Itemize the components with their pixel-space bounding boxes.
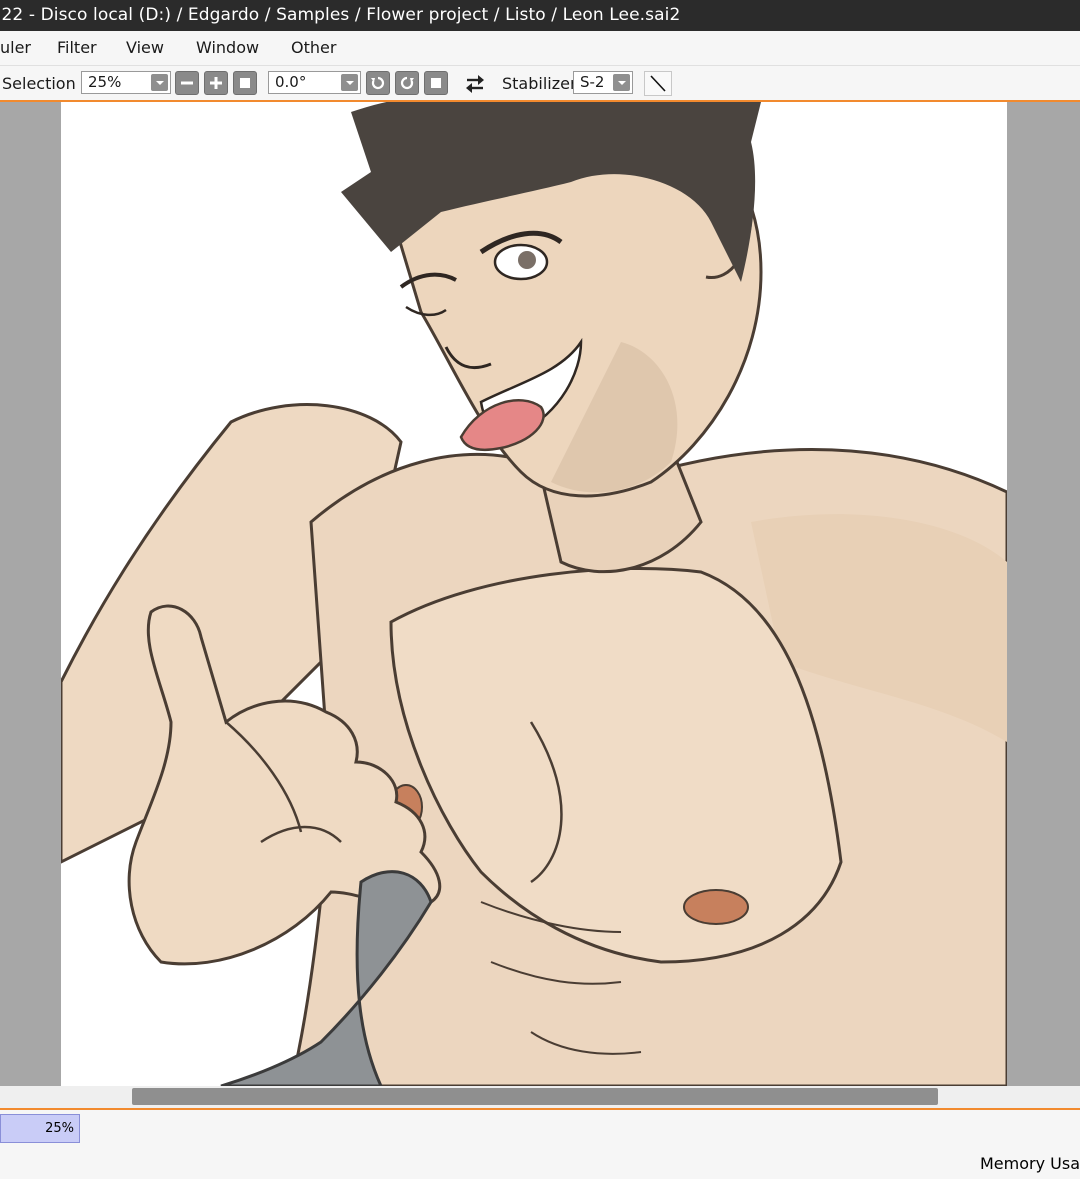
zoom-out-button[interactable] <box>175 71 199 95</box>
chevron-down-icon[interactable] <box>151 74 168 91</box>
menu-bar: uler Filter View Window Other <box>0 31 1080 66</box>
zoom-out-icon <box>181 81 193 85</box>
stabilizer-value: S-2 <box>580 73 605 91</box>
window-title: .22 - Disco local (D:) / Edgardo / Sampl… <box>0 5 681 25</box>
view-toolbar: Selection 25% 0.0° Stabilizer S-2 <box>0 66 1080 102</box>
horizontal-scrollbar[interactable] <box>0 1086 1080 1110</box>
flip-horizontal-icon <box>466 75 484 93</box>
zoom-in-button[interactable] <box>204 71 228 95</box>
zoom-combo[interactable]: 25% <box>81 71 171 94</box>
zoom-reset-icon <box>240 78 250 88</box>
artwork-illustration <box>61 102 1007 1086</box>
navigator-zoom-value: 25% <box>45 1121 74 1136</box>
zoom-reset-button[interactable] <box>233 71 257 95</box>
chevron-down-icon[interactable] <box>613 74 630 91</box>
zoom-value: 25% <box>88 73 122 91</box>
menu-view[interactable]: View <box>126 38 164 57</box>
menu-window[interactable]: Window <box>196 38 259 57</box>
status-bar: 25% Memory Usag <box>0 1110 1080 1179</box>
menu-filter[interactable]: Filter <box>57 38 97 57</box>
flip-horizontal-button[interactable] <box>463 73 487 95</box>
rotation-combo[interactable]: 0.0° <box>268 71 361 94</box>
rotate-ccw-icon <box>371 76 385 90</box>
stroke-line-icon <box>650 75 666 92</box>
rotation-value: 0.0° <box>275 73 307 91</box>
rotate-ccw-button[interactable] <box>366 71 390 95</box>
canvas-viewport[interactable] <box>0 102 1080 1086</box>
memory-usage-label: Memory Usag <box>980 1154 1080 1173</box>
rotate-cw-button[interactable] <box>395 71 419 95</box>
straight-line-button[interactable] <box>644 71 672 96</box>
navigator-zoom[interactable]: 25% <box>0 1114 80 1143</box>
scrollbar-thumb[interactable] <box>132 1088 938 1105</box>
menu-ruler[interactable]: uler <box>0 38 31 57</box>
stabilizer-label: Stabilizer <box>502 74 577 93</box>
selection-label: Selection <box>2 74 76 93</box>
stabilizer-combo[interactable]: S-2 <box>573 71 633 94</box>
title-bar: .22 - Disco local (D:) / Edgardo / Sampl… <box>0 0 1080 31</box>
menu-other[interactable]: Other <box>291 38 336 57</box>
document-canvas[interactable] <box>61 102 1007 1086</box>
chevron-down-icon[interactable] <box>341 74 358 91</box>
rotate-cw-icon <box>400 76 414 90</box>
rotate-reset-button[interactable] <box>424 71 448 95</box>
zoom-in-icon <box>210 77 222 89</box>
rotate-reset-icon <box>431 78 441 88</box>
